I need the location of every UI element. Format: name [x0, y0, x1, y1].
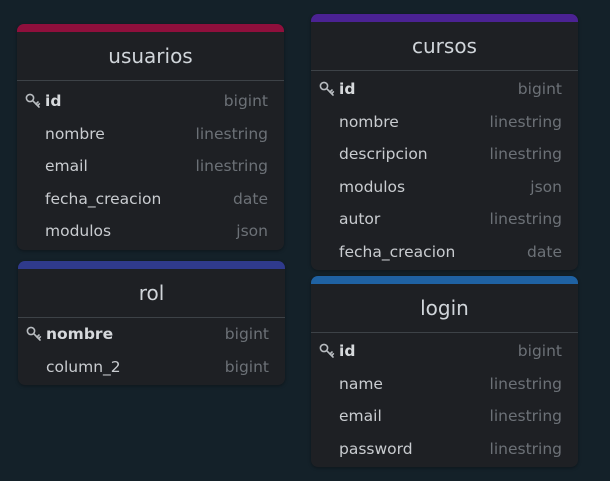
table-login[interactable]: login id bigint name linestring email linestri… [311, 276, 578, 467]
primary-key-icon [319, 81, 335, 97]
table-color-bar [17, 24, 284, 32]
primary-key-icon [25, 93, 41, 109]
field-name: id [45, 92, 62, 111]
primary-key-icon [319, 343, 335, 359]
table-title: usuarios [17, 32, 284, 81]
table-rol[interactable]: rol nombre bigint column_2 bigint [18, 261, 285, 385]
field-name: email [339, 407, 382, 426]
field-row[interactable]: autor linestring [311, 203, 578, 236]
field-list: id bigint nombre linestring descripcion lines… [311, 71, 578, 270]
table-title: cursos [311, 22, 578, 71]
field-row[interactable]: modulos json [17, 215, 284, 248]
field-name: modulos [45, 222, 112, 241]
field-list: id bigint name linestring email linestring pas… [311, 333, 578, 467]
field-row[interactable]: nombre linestring [311, 106, 578, 139]
field-name: modulos [339, 177, 406, 196]
field-name: descripcion [339, 145, 428, 164]
field-row[interactable]: nombre bigint [18, 318, 285, 351]
field-name: email [45, 157, 88, 176]
field-row[interactable]: id bigint [17, 85, 284, 118]
field-type: date [527, 242, 562, 261]
field-type: linestring [195, 157, 268, 176]
field-name: fecha_creacion [339, 242, 456, 261]
field-name: name [339, 374, 383, 393]
field-type: linestring [195, 124, 268, 143]
field-type: linestring [489, 439, 562, 458]
field-type: linestring [489, 374, 562, 393]
field-type: json [236, 222, 268, 241]
field-name: id [339, 342, 356, 361]
field-row[interactable]: email linestring [17, 150, 284, 183]
field-row[interactable]: nombre linestring [17, 118, 284, 151]
field-name: column_2 [46, 357, 121, 376]
table-cursos[interactable]: cursos id bigint nombre linestring descripcio… [311, 14, 578, 270]
table-title: rol [18, 269, 285, 318]
field-type: linestring [489, 407, 562, 426]
field-type: linestring [489, 112, 562, 131]
field-name: autor [339, 210, 381, 229]
field-type: linestring [489, 145, 562, 164]
field-row[interactable]: fecha_creacion date [17, 183, 284, 216]
field-type: linestring [489, 210, 562, 229]
field-row[interactable]: id bigint [311, 335, 578, 368]
field-row[interactable]: password linestring [311, 433, 578, 466]
field-row[interactable]: modulos json [311, 171, 578, 204]
primary-key-icon [26, 326, 42, 342]
table-color-bar [311, 14, 578, 22]
field-row[interactable]: fecha_creacion date [311, 236, 578, 269]
field-type: date [233, 189, 268, 208]
table-color-bar [18, 261, 285, 269]
field-name: id [339, 80, 356, 99]
field-type: bigint [224, 357, 269, 376]
field-type: bigint [517, 80, 562, 99]
field-name: nombre [45, 124, 105, 143]
field-list: nombre bigint column_2 bigint [18, 318, 285, 385]
field-type: bigint [517, 342, 562, 361]
field-row[interactable]: descripcion linestring [311, 138, 578, 171]
field-row[interactable]: column_2 bigint [18, 351, 285, 384]
field-row[interactable]: id bigint [311, 73, 578, 106]
field-type: json [530, 177, 562, 196]
field-list: id bigint nombre linestring email linestring f… [17, 81, 284, 250]
field-name: password [339, 439, 413, 458]
field-name: nombre [339, 112, 399, 131]
table-usuarios[interactable]: usuarios id bigint nombre linestring email lin… [17, 24, 284, 250]
table-title: login [311, 284, 578, 333]
diagram-canvas: usuarios id bigint nombre linestring email lin… [0, 0, 610, 481]
field-type: bigint [223, 92, 268, 111]
field-type: bigint [224, 325, 269, 344]
table-color-bar [311, 276, 578, 284]
field-row[interactable]: name linestring [311, 368, 578, 401]
field-name: fecha_creacion [45, 189, 162, 208]
field-name: nombre [46, 325, 114, 344]
field-row[interactable]: email linestring [311, 400, 578, 433]
